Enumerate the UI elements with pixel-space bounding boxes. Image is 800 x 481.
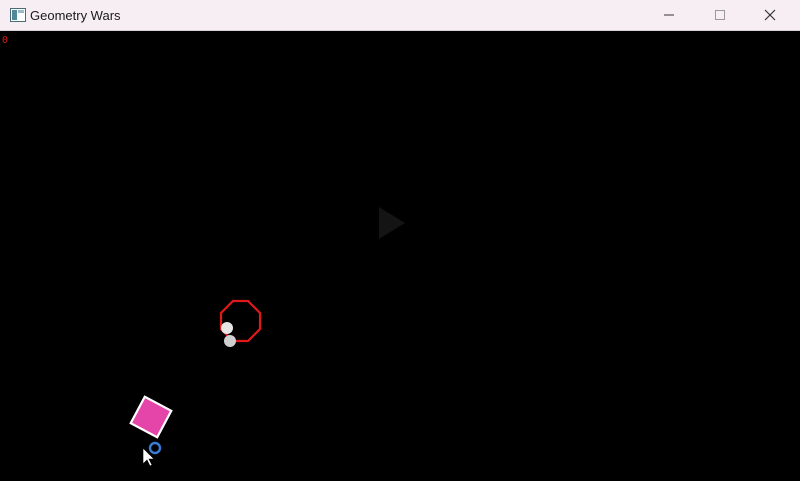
minimize-button[interactable] bbox=[646, 0, 692, 30]
bullet bbox=[224, 335, 236, 347]
window-title: Geometry Wars bbox=[30, 8, 121, 23]
player-square bbox=[129, 395, 173, 439]
app-icon bbox=[10, 8, 26, 22]
play-overlay-icon[interactable] bbox=[379, 207, 405, 239]
game-scene bbox=[129, 207, 405, 467]
game-canvas[interactable]: 0 bbox=[0, 31, 800, 481]
maximize-button[interactable] bbox=[697, 0, 743, 30]
game-window: Geometry Wars 0 bbox=[0, 0, 800, 481]
close-icon bbox=[764, 9, 776, 21]
close-button[interactable] bbox=[747, 0, 793, 30]
mouse-pointer-icon bbox=[142, 447, 155, 467]
enemy-octagon bbox=[219, 299, 262, 343]
maximize-icon bbox=[715, 10, 725, 20]
bullet bbox=[221, 322, 233, 334]
title-bar[interactable]: Geometry Wars bbox=[0, 0, 800, 31]
minimize-icon bbox=[664, 14, 674, 16]
aim-cursor-ring bbox=[148, 441, 162, 455]
